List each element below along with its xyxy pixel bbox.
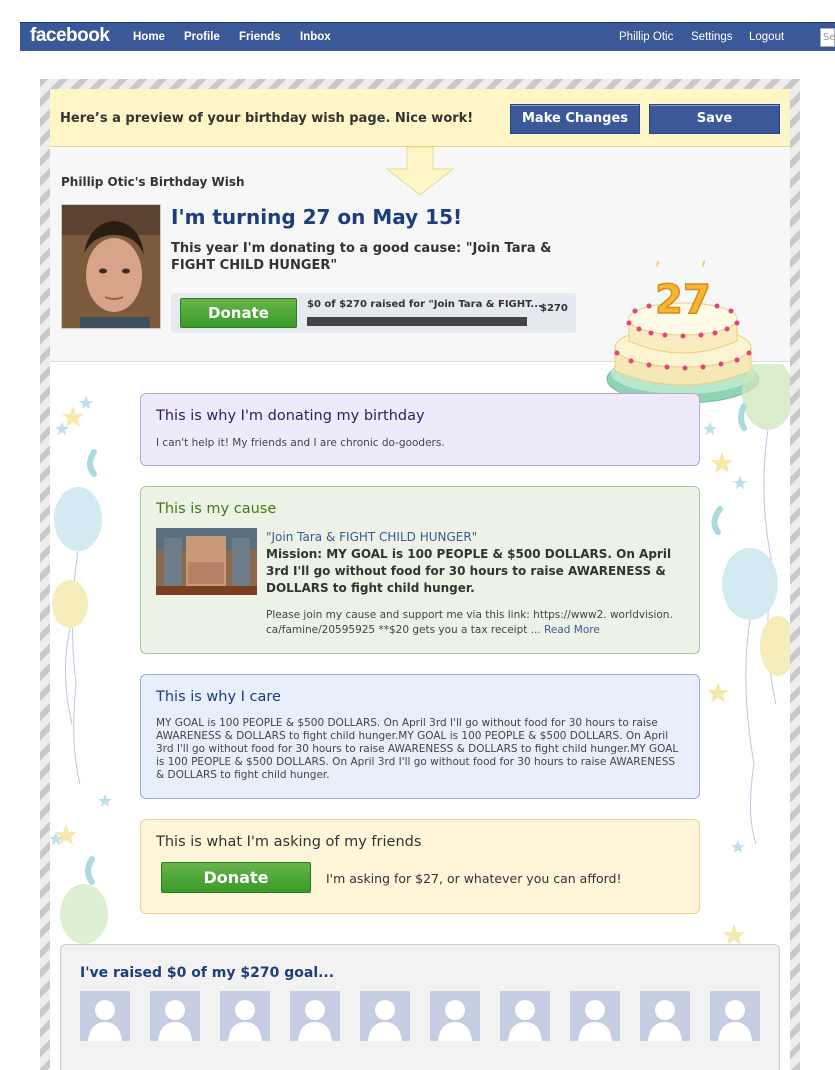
silhouette-icon [80, 991, 130, 1041]
nav-settings[interactable]: Settings [691, 31, 733, 43]
why-care-text: MY GOAL is 100 PEOPLE & $500 DOLLARS. On… [156, 717, 679, 781]
cause-box: This is my cause "Join Tara & FIGHT CHIL… [140, 486, 700, 654]
silhouette-icon [360, 991, 410, 1041]
silhouette-icon [500, 991, 550, 1041]
cause-description: Please join my cause and support me via … [266, 608, 686, 638]
cause-description-text: Please join my cause and support me via … [266, 609, 673, 636]
nav-friends[interactable]: Friends [239, 31, 281, 43]
why-donating-text: I can't help it! My friends and I are ch… [156, 437, 445, 449]
asking-box: This is what I'm asking of my friends Do… [140, 819, 700, 914]
why-donating-box: This is why I'm donating my birthday I c… [140, 393, 700, 466]
cause-mission: Mission: MY GOAL is 100 PEOPLE & $500 DO… [266, 547, 672, 595]
cause-image[interactable] [156, 528, 257, 595]
raised-section: I've raised $0 of my $270 goal... [60, 944, 780, 1070]
raised-summary: $0 of $270 raised for "Join Tara & FIGHT… [307, 299, 542, 310]
cause-title: This is my cause [156, 501, 277, 517]
donate-button[interactable]: Donate [180, 298, 297, 328]
wish-title: Phillip Otic's Birthday Wish [61, 175, 245, 189]
top-nav-bar: facebook Home Profile Friends Inbox Phil… [20, 22, 835, 51]
search-input[interactable]: Se [820, 28, 835, 47]
asking-title: This is what I'm asking of my friends [156, 834, 422, 850]
silhouette-icon [290, 991, 340, 1041]
silhouette-icon [220, 991, 270, 1041]
make-changes-button[interactable]: Make Changes [510, 104, 640, 134]
why-donating-title: This is why I'm donating my birthday [156, 408, 425, 424]
progress-bar [307, 317, 527, 326]
goal-amount: $270 [540, 303, 568, 314]
why-care-box: This is why I care MY GOAL is 100 PEOPLE… [140, 674, 700, 799]
birthday-page: Here’s a preview of your birthday wish p… [50, 89, 790, 1070]
save-button[interactable]: Save [649, 104, 780, 134]
birthday-page-frame: Here’s a preview of your birthday wish p… [40, 79, 800, 1070]
silhouette-icon [430, 991, 480, 1041]
nav-profile[interactable]: Profile [184, 31, 220, 43]
silhouette-icon [150, 991, 200, 1041]
preview-bar: Here’s a preview of your birthday wish p… [50, 89, 790, 147]
asking-text: I'm asking for $27, or whatever you can … [326, 871, 622, 886]
raised-title: I've raised $0 of my $270 goal... [80, 965, 335, 981]
cause-name-link[interactable]: "Join Tara & FIGHT CHILD HUNGER" [266, 530, 477, 544]
facebook-logo[interactable]: facebook [30, 25, 110, 47]
arrow-down-icon [385, 147, 455, 196]
donating-text: This year I'm donating to a good cause: … [171, 241, 552, 273]
nav-inbox[interactable]: Inbox [300, 31, 331, 43]
cake-number: 27 [655, 277, 711, 323]
nav-user-name[interactable]: Phillip Otic [619, 31, 673, 43]
silhouette-icon [640, 991, 690, 1041]
donate-strip: Donate $0 of $270 raised for "Join Tara … [171, 293, 576, 333]
why-care-title: This is why I care [156, 689, 281, 705]
profile-photo[interactable] [61, 204, 161, 329]
nav-logout[interactable]: Logout [749, 31, 784, 43]
asking-donate-button[interactable]: Donate [161, 862, 311, 893]
preview-message: Here’s a preview of your birthday wish p… [60, 111, 474, 126]
turning-heading: I'm turning 27 on May 15! [171, 205, 463, 229]
silhouette-icon [710, 991, 760, 1041]
read-more-link[interactable]: Read More [544, 624, 600, 636]
nav-home[interactable]: Home [133, 31, 165, 43]
silhouette-icon [570, 991, 620, 1041]
